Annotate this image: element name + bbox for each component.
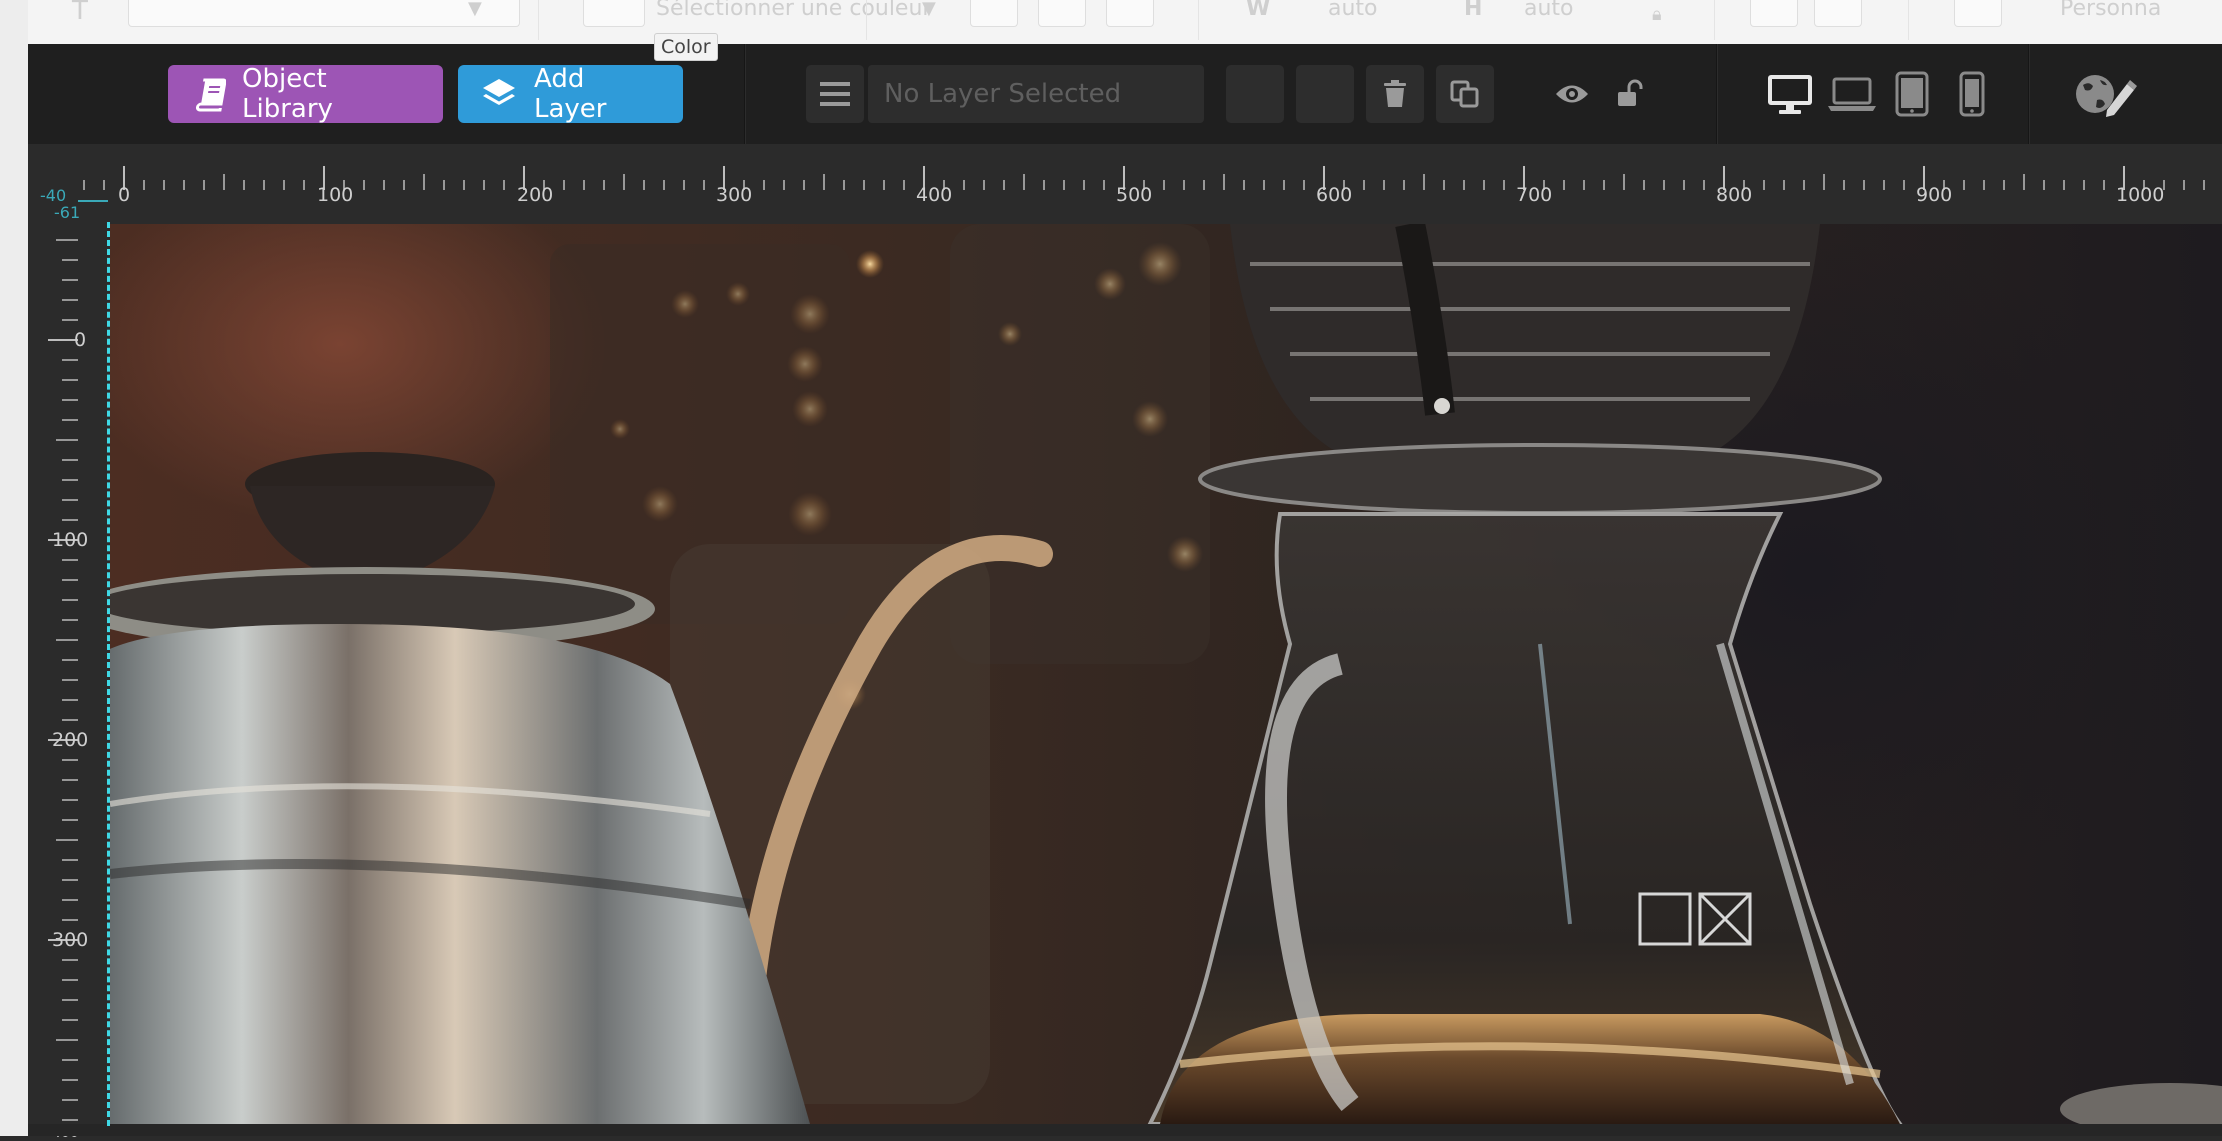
coffee-kettle-photo [110, 224, 2222, 1124]
color-tooltip: Color [654, 33, 718, 61]
vertical-guide-line[interactable] [107, 222, 110, 1126]
properties-bar: T ▼ Sélectionner une couleur ▼ W auto H … [28, 0, 2222, 45]
lock-toggle[interactable] [1612, 76, 1648, 112]
layer-list-button[interactable] [806, 65, 864, 123]
ruler-label: 800 [1716, 184, 1753, 206]
unlock-icon [1618, 79, 1643, 106]
global-settings-button[interactable] [2072, 68, 2138, 120]
lock-icon[interactable]: 🔒︎ [1652, 4, 1662, 25]
canvas-bottom-edge [28, 1124, 2222, 1136]
left-edge-strip [0, 0, 28, 1136]
menu-icon [820, 82, 850, 106]
mobile-icon [1959, 71, 1985, 117]
add-layer-button[interactable]: Add Layer [458, 64, 683, 124]
rotate-icon[interactable] [1750, 0, 1798, 27]
height-label: H [1464, 0, 1483, 21]
chevron-down-icon: ▼ [468, 0, 482, 19]
visibility-toggle[interactable] [1554, 77, 1590, 111]
text-icon[interactable]: T [72, 0, 88, 26]
layer-action-button-1[interactable] [1226, 65, 1284, 123]
ruler-label: 700 [1516, 184, 1553, 206]
tablet-view-button[interactable] [1892, 68, 1932, 120]
delete-layer-button[interactable] [1366, 65, 1424, 123]
tablet-icon [1895, 71, 1929, 117]
reset-icon[interactable] [1814, 0, 1862, 27]
layer-selector[interactable]: No Layer Selected [868, 65, 1204, 123]
object-library-button[interactable]: Object Library [168, 64, 443, 124]
vertical-ruler[interactable] [28, 224, 110, 1136]
layer-action-button-2[interactable] [1296, 65, 1354, 123]
object-library-label: Object Library [242, 64, 333, 124]
ruler-label: 300 [716, 184, 753, 206]
globe-edit-icon [2076, 75, 2137, 117]
add-layer-label: Add Layer [534, 64, 607, 124]
height-input[interactable]: auto [1524, 0, 1574, 21]
laptop-view-button[interactable] [1826, 72, 1878, 116]
ruler-label: 200 [517, 184, 554, 206]
ruler-label: 0 [74, 329, 87, 351]
layout-icon[interactable] [1954, 0, 2002, 27]
desktop-icon [1768, 75, 1812, 114]
mobile-view-button[interactable] [1954, 68, 1990, 120]
preset-select[interactable]: Personna [2060, 0, 2161, 21]
ruler-label: 100 [52, 529, 89, 551]
color-swatch[interactable] [583, 0, 645, 27]
align-center-icon[interactable] [1038, 0, 1086, 27]
eye-icon [1556, 85, 1588, 103]
chevron-down-icon: ▼ [922, 0, 936, 19]
align-right-icon[interactable] [1106, 0, 1154, 27]
duplicate-layer-button[interactable] [1436, 65, 1494, 123]
layers-icon [483, 79, 515, 105]
trash-icon [1384, 80, 1406, 107]
ruler-label: 0 [118, 184, 131, 206]
ruler-label: 600 [1316, 184, 1353, 206]
editor-canvas[interactable] [110, 224, 2222, 1124]
ruler-label: 100 [317, 184, 354, 206]
laptop-icon [1828, 77, 1876, 111]
width-label: W [1246, 0, 1271, 21]
width-input[interactable]: auto [1328, 0, 1378, 21]
color-input[interactable]: Sélectionner une couleur [656, 0, 931, 21]
desktop-view-button[interactable] [1764, 70, 1816, 118]
ruler-label: 1000 [2116, 184, 2165, 206]
ruler-label: 400 [916, 184, 953, 206]
ruler-label: 900 [1916, 184, 1953, 206]
origin-guide-marker [78, 200, 108, 202]
ruler-label: 300 [52, 929, 89, 951]
ruler-origin-y: -61 [54, 203, 81, 222]
duplicate-icon [1450, 80, 1479, 108]
ruler-label: 500 [1116, 184, 1153, 206]
font-select[interactable] [128, 0, 520, 27]
ruler-label: 200 [52, 729, 89, 751]
book-icon [195, 78, 226, 112]
main-toolbar: Object Library Add Layer No Layer Select… [28, 44, 2222, 144]
align-left-icon[interactable] [970, 0, 1018, 27]
